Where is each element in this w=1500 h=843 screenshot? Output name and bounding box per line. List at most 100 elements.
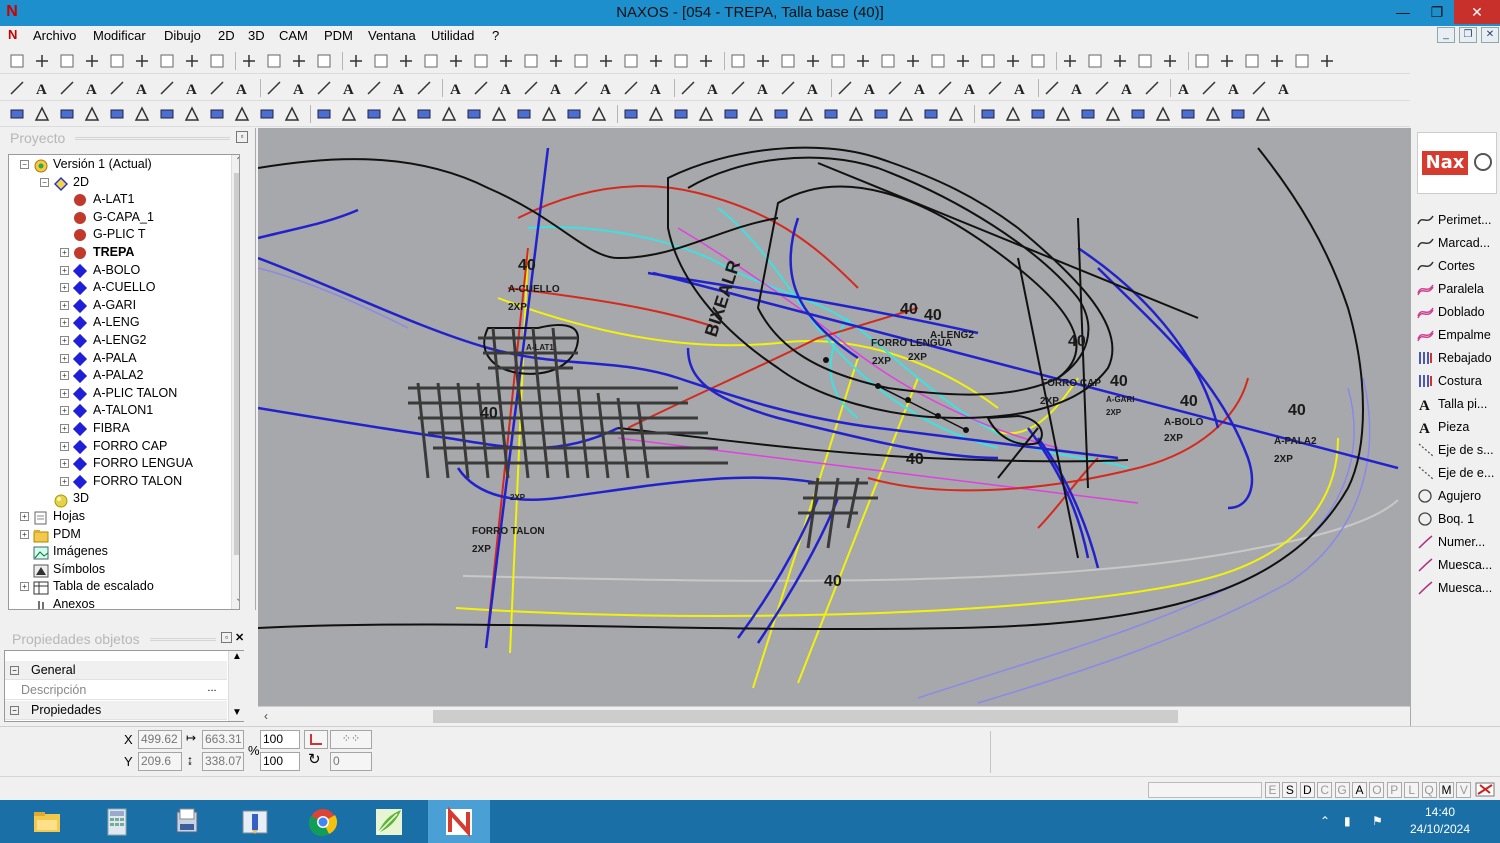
toolbar-tool-icon[interactable]: A [497, 79, 515, 97]
toolbar-tool-icon[interactable] [1004, 105, 1022, 123]
taskbar-pencil-app[interactable] [224, 800, 286, 843]
scale-y-field[interactable]: 100 [260, 752, 300, 771]
toolbar-tool-icon[interactable] [1111, 52, 1129, 70]
toolbar-tool-icon[interactable] [465, 105, 483, 123]
menu-archivo[interactable]: Archivo [33, 28, 76, 44]
toolbar-tool-icon[interactable] [108, 52, 126, 70]
toolbar-tool-icon[interactable] [1093, 79, 1111, 97]
toolbar-tool-icon[interactable] [1143, 79, 1161, 97]
toolbar-tool-icon[interactable] [1193, 52, 1211, 70]
toolbar-tool-icon[interactable] [183, 105, 201, 123]
toolbar-tool-icon[interactable] [1004, 52, 1022, 70]
toolbar-tool-icon[interactable]: A [1118, 79, 1136, 97]
toolbar-tool-icon[interactable] [365, 105, 383, 123]
toolbar-tool-icon[interactable] [283, 105, 301, 123]
menu-3d[interactable]: 3D [248, 28, 265, 44]
x-coordinate-field[interactable]: 499.62 [138, 730, 182, 749]
toolbar-tool-icon[interactable] [158, 52, 176, 70]
scroll-down-icon[interactable]: ▼ [232, 707, 242, 718]
taskbar-file-explorer[interactable] [16, 800, 78, 843]
status-key-m[interactable]: M [1439, 782, 1454, 798]
panel-pin-button[interactable]: ▫ [236, 131, 248, 143]
toolbar-tool-icon[interactable] [1104, 105, 1122, 123]
toolbar-tool-icon[interactable] [390, 105, 408, 123]
toolbar-tool-icon[interactable] [83, 105, 101, 123]
toolbar-tool-icon[interactable] [1154, 105, 1172, 123]
status-key-q[interactable]: Q [1421, 782, 1437, 798]
toolbar-tool-icon[interactable] [340, 105, 358, 123]
toolbar-tool-icon[interactable]: A [597, 79, 615, 97]
toolbar-tool-icon[interactable]: A [1175, 79, 1193, 97]
toolbar-tool-icon[interactable] [886, 79, 904, 97]
taskbar-leaf-app[interactable] [358, 800, 420, 843]
panel-grip[interactable] [150, 638, 216, 641]
mdi-close-button[interactable]: ✕ [1481, 27, 1499, 43]
toolbar-tool-icon[interactable] [1204, 105, 1222, 123]
pattern-drawing[interactable]: 40 A-CUELLO 2XP 40 40 FORRO LENGUA A-LEN… [258, 128, 1410, 706]
toolbar-tool-icon[interactable] [829, 52, 847, 70]
mdi-restore-button[interactable]: ❐ [1459, 27, 1477, 43]
toolbar-tool-icon[interactable] [1029, 105, 1047, 123]
toolbar-tool-icon[interactable] [83, 52, 101, 70]
expand-icon[interactable]: + [60, 388, 69, 398]
toolbar-tool-icon[interactable] [8, 52, 26, 70]
toolbar-tool-icon[interactable] [58, 52, 76, 70]
document-icon[interactable]: N [8, 27, 24, 43]
toolbar-tool-icon[interactable] [1061, 52, 1079, 70]
toolbar-tool-icon[interactable] [879, 52, 897, 70]
toolbar-tool-icon[interactable] [1043, 79, 1061, 97]
toolbar-tool-icon[interactable] [108, 79, 126, 97]
prop-row-general[interactable]: − General [5, 661, 227, 680]
toolbar-tool-icon[interactable] [647, 105, 665, 123]
toolbar-tool-icon[interactable] [422, 52, 440, 70]
palette-tool[interactable]: A Pieza [1415, 416, 1500, 438]
toolbar-tool-icon[interactable] [290, 52, 308, 70]
toolbar-tool-icon[interactable]: A [704, 79, 722, 97]
toolbar-tool-icon[interactable] [1243, 52, 1261, 70]
palette-tool[interactable]: Costura [1415, 370, 1500, 392]
toolbar-tool-icon[interactable] [922, 105, 940, 123]
toolbar-tool-icon[interactable] [522, 52, 540, 70]
toolbar-tool-icon[interactable] [986, 79, 1004, 97]
y-coordinate-field[interactable]: 209.6 [138, 752, 182, 771]
toolbar-tool-icon[interactable] [729, 79, 747, 97]
palette-tool[interactable]: Paralela [1415, 278, 1500, 300]
palette-tool[interactable]: A Talla pi... [1415, 393, 1500, 415]
palette-tool[interactable]: Cortes [1415, 255, 1500, 277]
toolbar-tool-icon[interactable]: A [1011, 79, 1029, 97]
mdi-minimize-button[interactable]: _ [1437, 27, 1455, 43]
taskbar-calculator[interactable] [86, 800, 148, 843]
toolbar-tool-icon[interactable] [622, 79, 640, 97]
expand-icon[interactable]: + [60, 265, 69, 275]
expand-icon[interactable]: + [60, 283, 69, 293]
restore-button[interactable]: ❐ [1420, 0, 1454, 24]
palette-tool[interactable]: Empalme [1415, 324, 1500, 346]
toolbar-tool-icon[interactable]: A [233, 79, 251, 97]
toolbar-tool-icon[interactable] [208, 79, 226, 97]
status-tool-icon[interactable] [1474, 781, 1496, 798]
toolbar-tool-icon[interactable] [947, 105, 965, 123]
toolbar-tool-icon[interactable] [415, 105, 433, 123]
toolbar-tool-icon[interactable] [315, 105, 333, 123]
status-key-d[interactable]: D [1299, 782, 1315, 798]
status-key-p[interactable]: P [1386, 782, 1402, 798]
toolbar-tool-icon[interactable] [1079, 105, 1097, 123]
toolbar-tool-icon[interactable] [672, 105, 690, 123]
toolbar-tool-icon[interactable] [572, 79, 590, 97]
toolbar-tool-icon[interactable] [1161, 52, 1179, 70]
toolbar-tool-icon[interactable] [590, 105, 608, 123]
status-key-o[interactable]: O [1369, 782, 1385, 798]
toolbar-tool-icon[interactable]: A [1225, 79, 1243, 97]
panel-pin-button[interactable]: ▫ [221, 632, 232, 643]
toolbar-tool-icon[interactable] [929, 52, 947, 70]
toolbar-tool-icon[interactable] [936, 79, 954, 97]
toolbar-tool-icon[interactable]: A [754, 79, 772, 97]
toolbar-tool-icon[interactable] [597, 52, 615, 70]
toolbar-tool-icon[interactable] [1318, 52, 1336, 70]
menu-dibujo[interactable]: Dibujo [164, 28, 201, 44]
palette-tool[interactable]: Muesca... [1415, 577, 1500, 599]
toolbar-tool-icon[interactable] [622, 105, 640, 123]
toolbar-tool-icon[interactable] [1129, 105, 1147, 123]
collapse-icon[interactable]: − [10, 666, 19, 675]
scroll-down-icon[interactable]: ⌄ [235, 593, 239, 604]
